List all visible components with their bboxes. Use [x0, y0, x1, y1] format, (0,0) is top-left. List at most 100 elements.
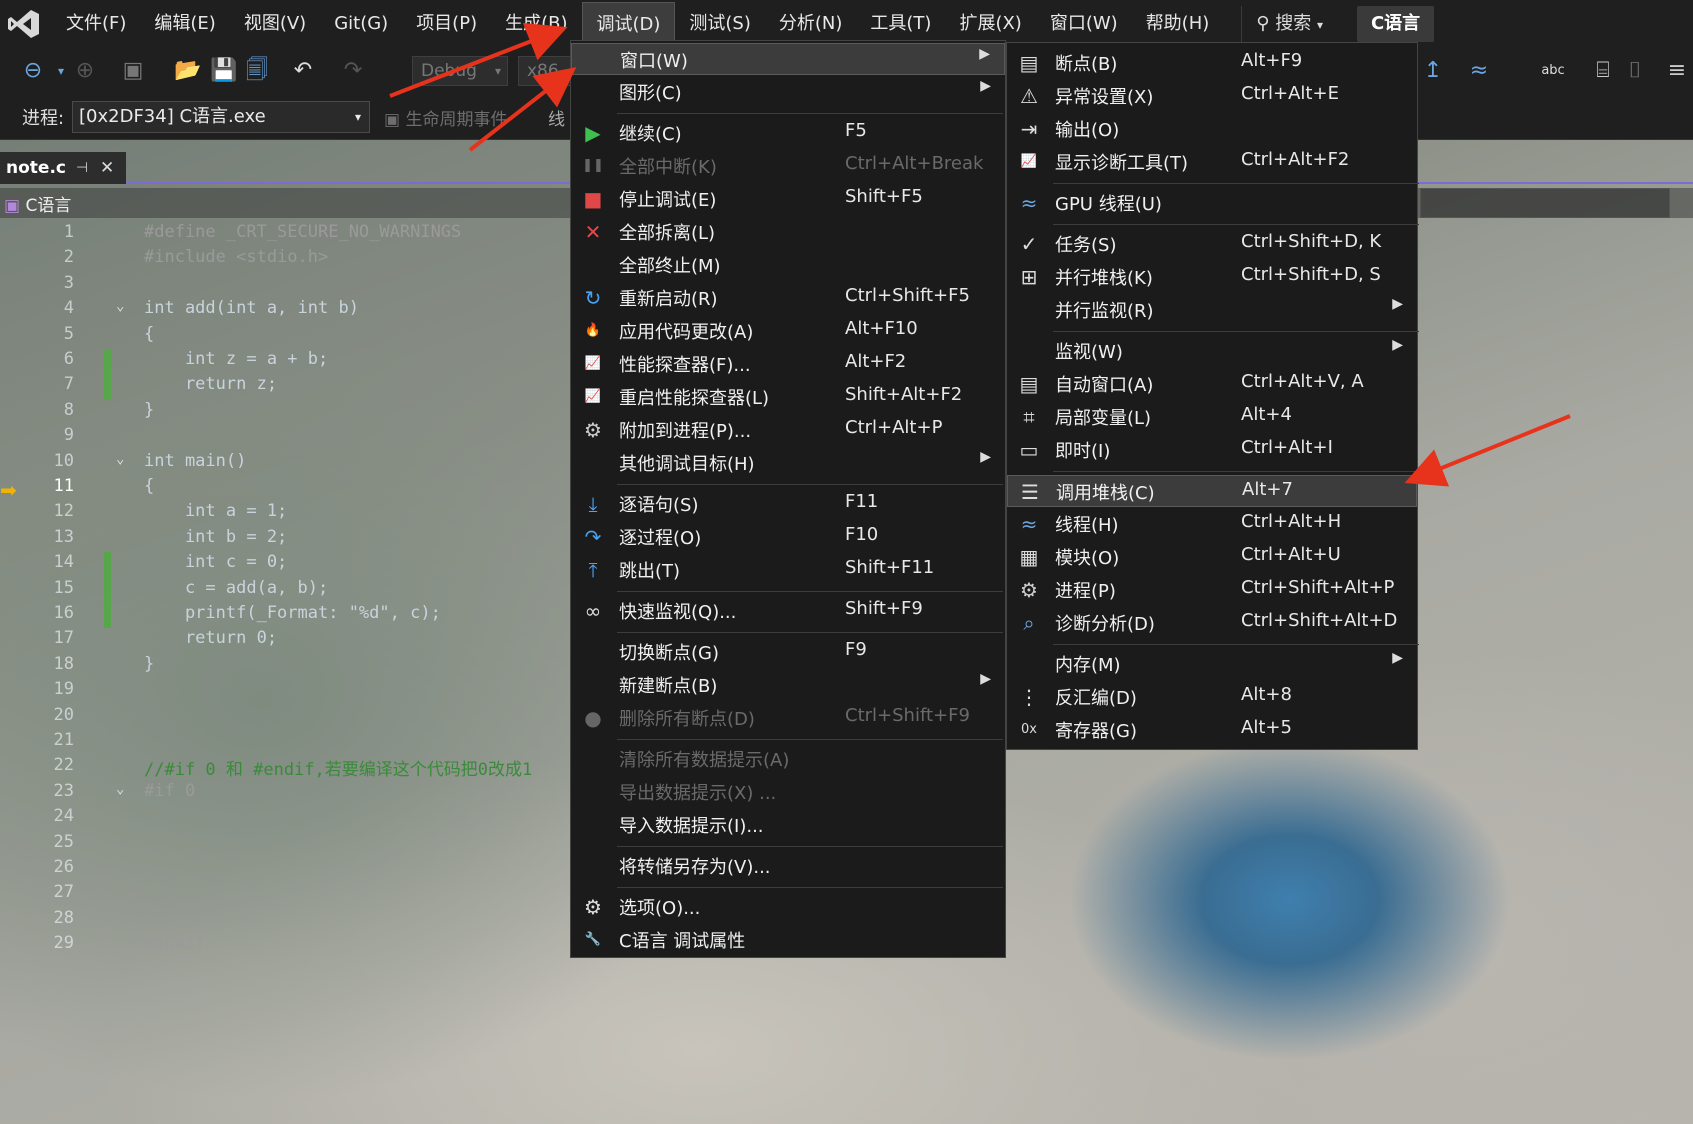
code-line[interactable]: 7 return z;	[0, 374, 570, 398]
member-dropdown[interactable]	[1420, 188, 1670, 218]
window_submenu-item-17[interactable]: ≈ 线程(H) Ctrl+Alt+H	[1007, 508, 1417, 540]
debug_menu-item-12[interactable]: ⚙ 附加到进程(P)... Ctrl+Alt+P	[571, 414, 1005, 446]
code-line[interactable]: 20	[0, 705, 570, 729]
debug_menu-item-21[interactable]: 切换断点(G) F9	[571, 636, 1005, 668]
search-box[interactable]: ⚲ 搜索 ▾	[1241, 6, 1337, 42]
chevron-down-icon[interactable]: ▾	[48, 58, 74, 84]
code-line[interactable]: 25	[0, 832, 570, 856]
close-icon[interactable]: ✕	[100, 152, 114, 184]
pin-icon[interactable]: ⊣	[76, 152, 88, 184]
save-icon[interactable]: 💾	[210, 58, 237, 84]
window_submenu-item-23[interactable]: ⋮ 反汇编(D) Alt+8	[1007, 681, 1417, 713]
window_submenu-item-11[interactable]: 监视(W) ▶	[1007, 335, 1417, 367]
code-line[interactable]: 1 #define _CRT_SECURE_NO_WARNINGS	[0, 222, 570, 246]
debug_menu-item-25[interactable]: 清除所有数据提示(A)	[571, 743, 1005, 775]
menu-4[interactable]: 项目(P)	[402, 2, 491, 46]
debug_menu-item-9[interactable]: 🔥 应用代码更改(A) Alt+F10	[571, 315, 1005, 347]
overflow-icon[interactable]: ≡	[1664, 58, 1690, 84]
code-line[interactable]: 21	[0, 730, 570, 754]
code-line[interactable]: 3	[0, 273, 570, 297]
save-all-icon[interactable]: 🗐	[244, 58, 270, 84]
undo-icon[interactable]: ↶	[290, 58, 316, 84]
spell-check-icon[interactable]: abc	[1540, 58, 1566, 84]
code-line[interactable]: 6 int z = a + b;	[0, 349, 570, 373]
comment-icon[interactable]: ⌸	[1590, 58, 1616, 84]
window_submenu-item-19[interactable]: ⚙ 进程(P) Ctrl+Shift+Alt+P	[1007, 574, 1417, 606]
code-line[interactable]: 13 int b = 2;	[0, 527, 570, 551]
menu-1[interactable]: 编辑(E)	[140, 2, 229, 46]
debug_menu-item-3[interactable]: ▶ 继续(C) F5	[571, 117, 1005, 149]
code-line[interactable]: 19	[0, 679, 570, 703]
code-line[interactable]: 16 printf(_Format: "%d", c);	[0, 603, 570, 627]
window_submenu-item-0[interactable]: ▤ 断点(B) Alt+F9	[1007, 47, 1417, 79]
code-line[interactable]: 11 {	[0, 476, 570, 500]
window_submenu-item-22[interactable]: 内存(M) ▶	[1007, 648, 1417, 680]
debug_menu-item-17[interactable]: ⤒ 跳出(T) Shift+F11	[571, 554, 1005, 586]
thread-icon[interactable]: ≈	[1466, 58, 1492, 84]
code-line[interactable]: 28	[0, 908, 570, 932]
window_submenu-item-13[interactable]: ⌗ 局部变量(L) Alt+4	[1007, 401, 1417, 433]
window_submenu-item-16[interactable]: ☰ 调用堆栈(C) Alt+7	[1007, 475, 1417, 507]
platform-select[interactable]: x86	[518, 56, 572, 86]
debug_menu-item-4[interactable]: ❚❚ 全部中断(K) Ctrl+Alt+Break	[571, 150, 1005, 182]
menu-12[interactable]: 帮助(H)	[1132, 2, 1224, 46]
code-line[interactable]: 27	[0, 882, 570, 906]
debug_menu-item-8[interactable]: ↻ 重新启动(R) Ctrl+Shift+F5	[571, 282, 1005, 314]
window_submenu-item-3[interactable]: 📈 显示诊断工具(T) Ctrl+Alt+F2	[1007, 146, 1417, 178]
code-line[interactable]: 29 #endif	[0, 933, 570, 957]
code-line[interactable]: 14 int c = 0;	[0, 552, 570, 576]
debug_menu-item-31[interactable]: ⚙ 选项(O)...	[571, 891, 1005, 923]
code-line[interactable]: 10 ⌄ int main()	[0, 451, 570, 475]
process-select[interactable]: [0x2DF34] C语言.exe ▾	[72, 101, 370, 133]
debug_menu-item-27[interactable]: 导入数据提示(I)...	[571, 809, 1005, 841]
back-icon[interactable]: ⊖	[20, 58, 46, 84]
window_submenu-item-1[interactable]: ⚠ 异常设置(X) Ctrl+Alt+E	[1007, 80, 1417, 112]
code-editor[interactable]: 1 #define _CRT_SECURE_NO_WARNINGS 2 #includ…	[0, 222, 570, 962]
menu-0[interactable]: 文件(F)	[52, 2, 140, 46]
code-line[interactable]: 2 #include <stdio.h>	[0, 247, 570, 271]
menu-11[interactable]: 窗口(W)	[1036, 2, 1132, 46]
window_submenu-item-24[interactable]: 0x 寄存器(G) Alt+5	[1007, 714, 1417, 746]
code-line[interactable]: 12 int a = 1;	[0, 501, 570, 525]
debug_menu-item-5[interactable]: ■ 停止调试(E) Shift+F5	[571, 183, 1005, 215]
debug_menu-item-29[interactable]: 将转储另存为(V)...	[571, 850, 1005, 882]
window_submenu-item-12[interactable]: ▤ 自动窗口(A) Ctrl+Alt+V, A	[1007, 368, 1417, 400]
code-line[interactable]: 24	[0, 806, 570, 830]
debug_menu-item-13[interactable]: 其他调试目标(H) ▶	[571, 447, 1005, 479]
window_submenu-item-14[interactable]: ▭ 即时(I) Ctrl+Alt+I	[1007, 434, 1417, 466]
code-line[interactable]: 18}	[0, 654, 570, 678]
lifecycle-events-button[interactable]: ▣ 生命周期事件	[384, 105, 507, 130]
code-line[interactable]: 4 ⌄ int add(int a, int b)	[0, 298, 570, 322]
debug_menu-item-23[interactable]: ● 删除所有断点(D) Ctrl+Shift+F9	[571, 702, 1005, 734]
visual-studio-logo-icon[interactable]	[4, 4, 44, 44]
step-out-icon[interactable]: ↥	[1420, 58, 1446, 84]
window_submenu-item-2[interactable]: ⇥ 输出(O)	[1007, 113, 1417, 145]
menu-2[interactable]: 视图(V)	[230, 2, 320, 46]
debug_menu-item-6[interactable]: ✕ 全部拆离(L)	[571, 216, 1005, 248]
fold-toggle-icon[interactable]: ⌄	[116, 781, 124, 797]
solution-name[interactable]: C语言	[1356, 6, 1435, 42]
debug_menu-item-0[interactable]: 窗口(W) ▶	[571, 43, 1005, 75]
window_submenu-item-8[interactable]: ⊞ 并行堆栈(K) Ctrl+Shift+D, S	[1007, 261, 1417, 293]
menu-5[interactable]: 生成(B)	[491, 2, 581, 46]
project-scope-dropdown[interactable]: ▣ C语言	[4, 191, 71, 216]
code-line[interactable]: 5{	[0, 324, 570, 348]
fold-toggle-icon[interactable]: ⌄	[116, 298, 124, 314]
debug_menu-item-32[interactable]: 🔧 C语言 调试属性	[571, 924, 1005, 956]
forward-icon[interactable]: ⊕	[72, 58, 98, 84]
configuration-select[interactable]: Debug ▾	[412, 56, 508, 86]
menu-3[interactable]: Git(G)	[320, 2, 402, 46]
tab-note-c[interactable]: note.c ⊣ ✕	[0, 152, 126, 184]
debug_menu-item-22[interactable]: 新建断点(B) ▶	[571, 669, 1005, 701]
debug_menu-item-1[interactable]: 图形(C) ▶	[571, 76, 1005, 108]
window_submenu-item-18[interactable]: ▦ 模块(O) Ctrl+Alt+U	[1007, 541, 1417, 573]
uncomment-icon[interactable]: ⌷	[1622, 58, 1648, 84]
debug_menu-item-26[interactable]: 导出数据提示(X) ...	[571, 776, 1005, 808]
window_submenu-item-5[interactable]: ≈ GPU 线程(U)	[1007, 187, 1417, 219]
code-line[interactable]: 22 //#if 0 和 #endif,若要编译这个代码把0改成1	[0, 755, 570, 780]
debug_menu-item-11[interactable]: 📈 重启性能探查器(L) Shift+Alt+F2	[571, 381, 1005, 413]
code-line[interactable]: 23 ⌄ #if 0	[0, 781, 570, 805]
redo-icon[interactable]: ↷	[340, 58, 366, 84]
code-line[interactable]: 9	[0, 425, 570, 449]
debug_menu-item-15[interactable]: ⤓ 逐语句(S) F11	[571, 488, 1005, 520]
